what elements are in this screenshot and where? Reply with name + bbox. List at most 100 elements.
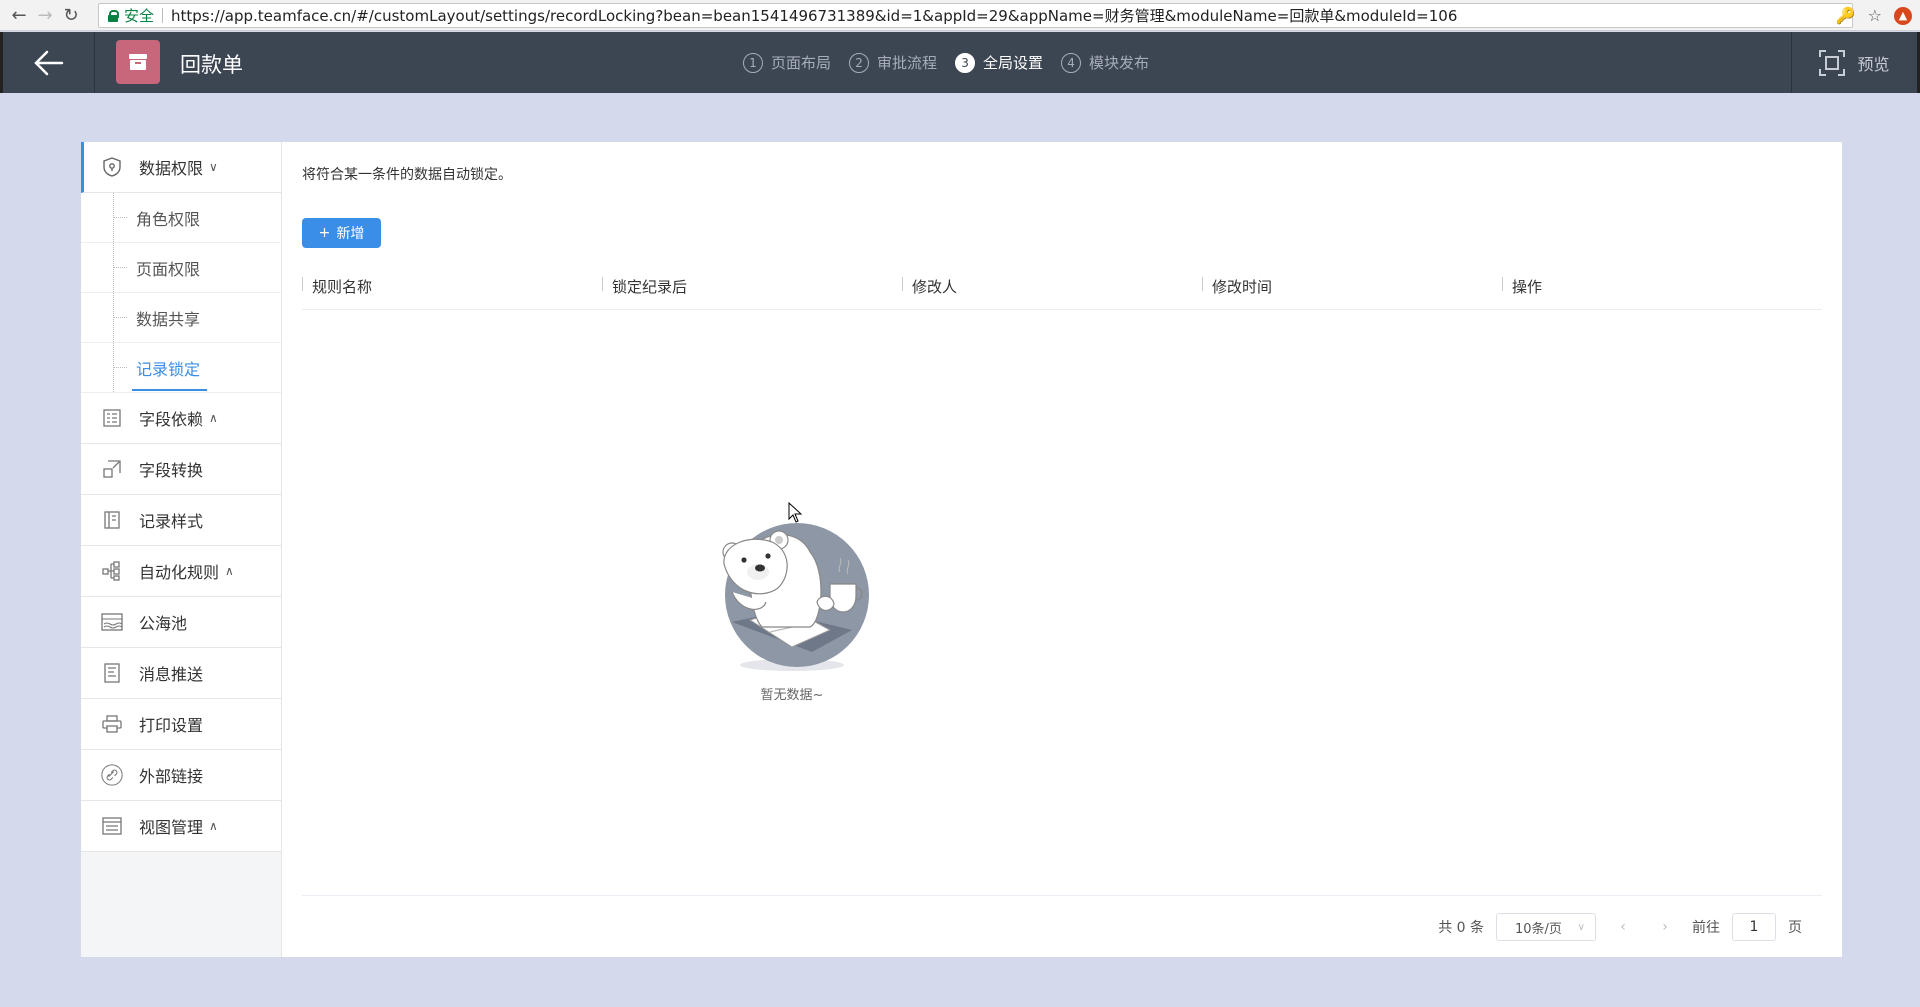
browser-toolbar: ← → ↻ 安全 https://app.teamface.cn/#/custo… (0, 0, 1920, 31)
sidebar-subitem-label: 角色权限 (136, 209, 201, 229)
step-label: 页面布局 (771, 54, 832, 72)
extension-icon[interactable]: ▲ (1894, 6, 1912, 25)
step-number: 2 (849, 52, 870, 73)
omnibox-divider (162, 8, 164, 23)
next-page-icon[interactable]: › (1650, 919, 1680, 935)
record-style-icon (101, 509, 123, 531)
sidebar-item-label: 打印设置 (139, 716, 204, 735)
address-bar[interactable]: 安全 https://app.teamface.cn/#/customLayou… (98, 3, 1853, 28)
message-push-icon (101, 662, 123, 684)
field-dependency-icon (101, 407, 123, 429)
page-size-select[interactable]: 10条/页 ∨ (1496, 913, 1596, 941)
arrow-left-icon (33, 50, 63, 75)
sidebar-item-external-link[interactable]: 外部链接 (81, 750, 281, 801)
sidebar-item-label: 自动化规则 (139, 563, 220, 582)
mouse-cursor-icon (788, 502, 802, 523)
sidebar-item-field-convert[interactable]: 字段转换 (81, 444, 281, 495)
step-label: 全局设置 (983, 54, 1044, 72)
column-rule-name: 规则名称 (302, 264, 602, 309)
goto-label: 前往 (1692, 920, 1720, 936)
page-suffix: 页 (1788, 920, 1802, 936)
step-label: 审批流程 (877, 54, 938, 72)
prev-page-icon[interactable]: ‹ (1608, 919, 1638, 935)
sidebar-item-label: 记录样式 (139, 512, 204, 531)
polar-bear-illustration (722, 523, 869, 671)
sidebar-subitem-page-permission[interactable]: 页面权限 (81, 243, 281, 293)
sidebar-subitem-label: 记录锁定 (136, 359, 201, 379)
back-button[interactable] (3, 32, 95, 93)
star-icon[interactable]: ☆ (1868, 6, 1882, 25)
add-rule-button[interactable]: + 新增 (302, 218, 381, 248)
pagination: 共 0 条 10条/页 ∨ ‹ › 前往 1 页 (1438, 912, 1802, 942)
page-size-value: 10条/页 (1515, 921, 1562, 937)
step-page-layout[interactable]: 1 页面布局 (743, 52, 831, 73)
step-label: 模块发布 (1089, 54, 1150, 72)
view-management-icon (101, 815, 123, 837)
lock-icon (108, 9, 119, 22)
active-underline (132, 389, 207, 391)
sidebar-subitem-record-locking[interactable]: 记录锁定 (81, 343, 281, 393)
step-number: 1 (743, 52, 763, 73)
sidebar-item-field-dependency[interactable]: 字段依赖 ∧ (81, 393, 281, 444)
browser-reload-icon[interactable]: ↻ (58, 2, 84, 28)
sidebar-subitem-data-sharing[interactable]: 数据共享 (81, 293, 281, 343)
link-icon (101, 764, 123, 786)
step-number: 3 (955, 52, 976, 73)
module-icon (116, 40, 160, 84)
sidebar-subitem-label: 页面权限 (136, 259, 201, 279)
automation-icon (101, 560, 123, 582)
sidebar-item-automation[interactable]: 自动化规则 ∧ (81, 546, 281, 597)
module-title: 回款单 (180, 53, 243, 77)
chevron-up-icon: ∧ (209, 819, 218, 833)
page-description: 将符合某一条件的数据自动锁定。 (302, 167, 512, 183)
sidebar-item-record-style[interactable]: 记录样式 (81, 495, 281, 546)
preview-label: 预览 (1857, 54, 1890, 74)
url-text[interactable]: https://app.teamface.cn/#/customLayout/s… (171, 5, 1457, 26)
column-actions: 操作 (1502, 264, 1802, 309)
total-count: 共 0 条 (1438, 920, 1484, 936)
sidebar-item-label: 字段转换 (139, 461, 204, 480)
chevron-down-icon: ∨ (209, 160, 218, 174)
step-number: 4 (1061, 52, 1082, 73)
table-footer-divider (302, 895, 1822, 896)
chevron-down-icon: ∨ (1577, 921, 1585, 933)
page-jump-input[interactable]: 1 (1732, 913, 1776, 941)
step-global-settings[interactable]: 3 全局设置 (955, 52, 1043, 73)
add-button-label: 新增 (336, 226, 365, 242)
sidebar-item-pool[interactable]: 公海池 (81, 597, 281, 648)
column-modifier: 修改人 (902, 264, 1202, 309)
printer-icon (101, 713, 123, 735)
chevron-up-icon: ∧ (225, 564, 234, 578)
shield-icon (101, 156, 123, 178)
step-approval-flow[interactable]: 2 审批流程 (849, 52, 937, 73)
field-convert-icon (101, 458, 123, 480)
sidebar-subitem-role-permission[interactable]: 角色权限 (81, 193, 281, 243)
sidebar-item-label: 公海池 (139, 614, 188, 633)
sidebar-item-message-push[interactable]: 消息推送 (81, 648, 281, 699)
table-header: 规则名称 锁定纪录后 修改人 修改时间 操作 (302, 264, 1822, 310)
sidebar-item-print-settings[interactable]: 打印设置 (81, 699, 281, 750)
key-icon[interactable]: 🔑 (1836, 6, 1856, 25)
plus-icon: + (318, 225, 331, 241)
preview-button[interactable]: 预览 (1791, 32, 1917, 93)
record-locking-content: 将符合某一条件的数据自动锁定。 + 新增 规则名称 锁定纪录后 修改人 修改时间… (302, 142, 1822, 957)
sidebar-item-label: 字段依赖 (139, 410, 204, 429)
sidebar-subitem-label: 数据共享 (136, 309, 201, 329)
app-header: 回款单 1 页面布局 2 审批流程 3 全局设置 4 模块发布 预览 (0, 32, 1920, 93)
step-module-publish[interactable]: 4 模块发布 (1061, 52, 1149, 73)
sidebar-item-label: 数据权限 (139, 159, 204, 178)
sidebar: 数据权限 ∨ 角色权限 页面权限 数据共享 记录锁定 字段依赖 ∧ 字段转换 记… (81, 142, 282, 957)
sidebar-item-label: 外部链接 (139, 767, 204, 786)
step-nav: 1 页面布局 2 审批流程 3 全局设置 4 模块发布 (743, 32, 1149, 93)
sidebar-item-view-management[interactable]: 视图管理 ∧ (81, 801, 281, 852)
empty-state: 暂无数据~ (702, 502, 882, 703)
secure-label: 安全 (124, 7, 155, 25)
preview-frame-icon (1819, 49, 1846, 76)
pool-icon (101, 611, 123, 633)
box-icon (129, 54, 147, 70)
browser-back-icon[interactable]: ← (6, 2, 32, 28)
sidebar-item-data-permission[interactable]: 数据权限 ∨ (81, 142, 281, 193)
chevron-up-icon: ∧ (209, 411, 218, 425)
browser-forward-icon[interactable]: → (32, 2, 58, 28)
column-after-lock: 锁定纪录后 (602, 264, 902, 309)
